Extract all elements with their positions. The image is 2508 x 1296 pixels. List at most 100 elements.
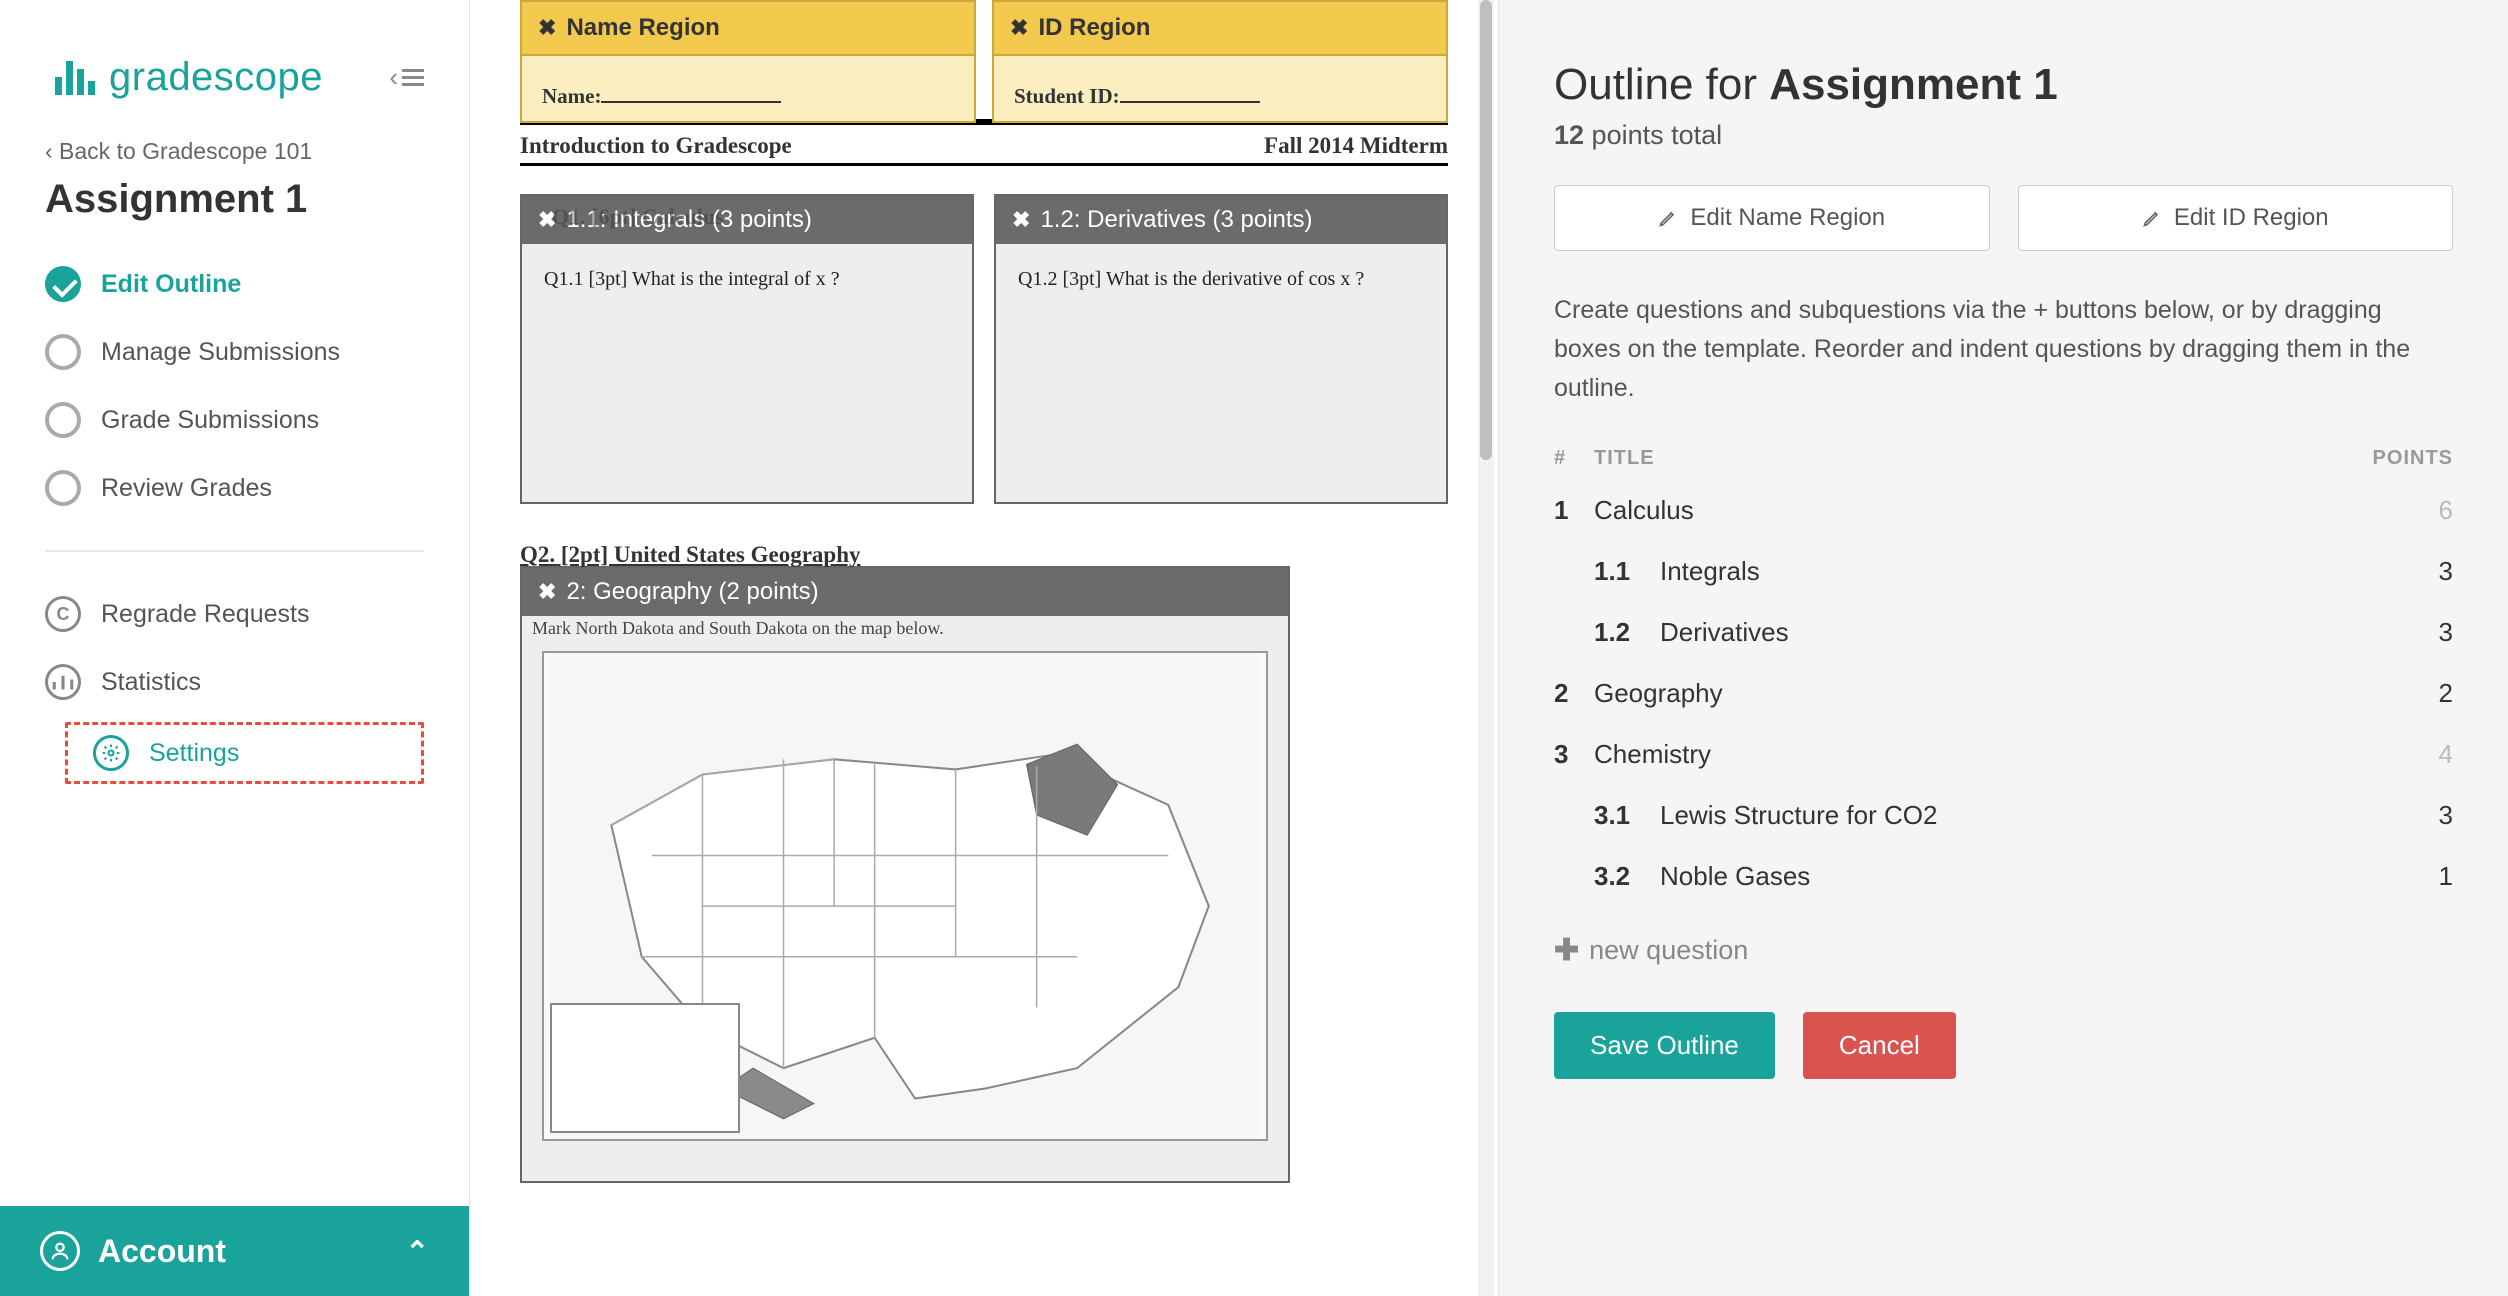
step-label: Review Grades [101,474,272,503]
row-title: Calculus [1594,495,2333,526]
us-map-image [542,651,1268,1141]
outline-heading: Outline for Assignment 1 [1554,60,2453,110]
region-label: ID Region [1038,14,1150,42]
heading-prefix: Outline for [1554,60,1769,109]
collapse-sidebar-button[interactable]: ‹ [389,62,424,93]
q-body: Q1.2 [3pt] What is the derivative of cos… [996,244,1446,315]
nav-regrade-requests[interactable]: C Regrade Requests [45,580,439,648]
nav-statistics[interactable]: Statistics [45,648,439,716]
outline-row[interactable]: 3.2 Noble Gases 1 [1554,846,2453,907]
close-icon[interactable]: ✖ [538,579,556,605]
button-label: Edit ID Region [2174,204,2329,232]
outline-row[interactable]: 1.1 Integrals 3 [1554,541,2453,602]
step-circle-icon [45,470,81,506]
outline-row[interactable]: 3 Chemistry 4 [1554,724,2453,785]
heading-name: Assignment 1 [1769,60,2058,109]
outline-table-header: # TITLE POINTS [1554,447,2453,480]
outline-row[interactable]: 3.1 Lewis Structure for CO2 3 [1554,785,2453,846]
row-title: Geography [1594,678,2333,709]
template-viewer[interactable]: ✖ Name Region Name: ✖ ID Region Student … [470,0,1498,1296]
edit-id-region-button[interactable]: Edit ID Region [2018,185,2454,251]
row-num: 3.1 [1594,800,1660,831]
row-num: 2 [1554,678,1594,709]
close-icon[interactable]: ✖ [1012,207,1030,233]
chevron-left-icon: ‹ [389,62,398,93]
pencil-icon [1658,208,1678,228]
logo-row: gradescope ‹ [0,55,469,130]
question-region-1-2[interactable]: ✖ 1.2: Derivatives (3 points) Q1.2 [3pt]… [994,194,1448,504]
settings-icon [93,735,129,771]
col-points: POINTS [2333,447,2453,470]
row-num: 3 [1554,739,1594,770]
divider [45,550,424,552]
q-overlay-label: 2: Geography (2 points) [566,578,818,606]
save-outline-button[interactable]: Save Outline [1554,1012,1775,1079]
button-label: Edit Name Region [1690,204,1885,232]
account-bar[interactable]: Account ⌃ [0,1206,469,1296]
question-region-1-1[interactable]: Q1. [6pt] Calculus ✖ 1.1: Integrals (3 p… [520,194,974,504]
q-body: Q1.1 [3pt] What is the integral of x ? [522,244,972,315]
help-text: Create questions and subquestions via th… [1554,291,2453,407]
row-points: 3 [2333,556,2453,587]
outline-row[interactable]: 2 Geography 2 [1554,663,2453,724]
sidebar: gradescope ‹ ‹ Back to Gradescope 101 As… [0,0,470,1296]
points-suffix: points total [1584,120,1722,150]
document-header: Introduction to Gradescope Fall 2014 Mid… [520,119,1448,159]
row-num: 1.2 [1594,617,1660,648]
step-manage-submissions[interactable]: Manage Submissions [45,318,439,386]
nav-label: Statistics [101,668,201,697]
cancel-button[interactable]: Cancel [1803,1012,1956,1079]
close-icon[interactable]: ✖ [538,15,556,41]
row-title: Noble Gases [1660,861,2333,892]
doc-title-right: Fall 2014 Midterm [1264,133,1448,159]
doc-hr [520,163,1448,166]
q2-underlying-title: Q2. [2pt] United States Geography [520,542,1448,568]
id-field-label: Student ID: [1014,84,1120,108]
row-points: 1 [2333,861,2453,892]
row-title: Derivatives [1660,617,2333,648]
doc-title-left: Introduction to Gradescope [520,133,792,159]
plus-icon: ✚ [1554,933,1579,968]
q2-instruction: Mark North Dakota and South Dakota on th… [522,616,1288,645]
pencil-icon [2142,208,2162,228]
row-points: 2 [2333,678,2453,709]
row-points: 6 [2333,495,2453,526]
menu-icon [402,69,424,86]
region-label: Name Region [566,14,719,42]
nav-settings[interactable]: Settings [65,722,424,784]
outline-row[interactable]: 1 Calculus 6 [1554,480,2453,541]
row-title: Lewis Structure for CO2 [1660,800,2333,831]
row-title: Chemistry [1594,739,2333,770]
id-region-box[interactable]: ✖ ID Region Student ID: [992,0,1448,123]
logo-icon [55,61,95,95]
stats-icon [45,664,81,700]
user-icon [40,1231,80,1271]
account-label: Account [98,1233,226,1270]
question-region-2[interactable]: ✖ 2: Geography (2 points) Mark North Dak… [520,566,1290,1183]
step-label: Grade Submissions [101,406,319,435]
step-grade-submissions[interactable]: Grade Submissions [45,386,439,454]
workflow-steps: Edit Outline Manage Submissions Grade Su… [0,250,469,522]
new-question-button[interactable]: ✚ new question [1554,933,2453,968]
row-points: 3 [2333,617,2453,648]
col-num: # [1554,447,1594,470]
edit-name-region-button[interactable]: Edit Name Region [1554,185,1990,251]
step-check-icon [45,266,81,302]
step-review-grades[interactable]: Review Grades [45,454,439,522]
name-region-box[interactable]: ✖ Name Region Name: [520,0,976,123]
regrade-icon: C [45,596,81,632]
nav-label: Regrade Requests [101,600,309,629]
back-link[interactable]: ‹ Back to Gradescope 101 [0,130,469,177]
step-label: Edit Outline [101,270,241,299]
brand-name: gradescope [109,55,323,100]
name-field-label: Name: [542,84,601,108]
close-icon[interactable]: ✖ [1010,15,1028,41]
outline-row[interactable]: 1.2 Derivatives 3 [1554,602,2453,663]
secondary-nav: C Regrade Requests Statistics Settings [0,580,469,790]
points-total: 12 points total [1554,120,2453,151]
underlying-q-title: Q1. [6pt] Calculus [552,204,724,230]
step-edit-outline[interactable]: Edit Outline [45,250,439,318]
step-circle-icon [45,334,81,370]
assignment-title: Assignment 1 [0,177,469,250]
row-num: 3.2 [1594,861,1660,892]
